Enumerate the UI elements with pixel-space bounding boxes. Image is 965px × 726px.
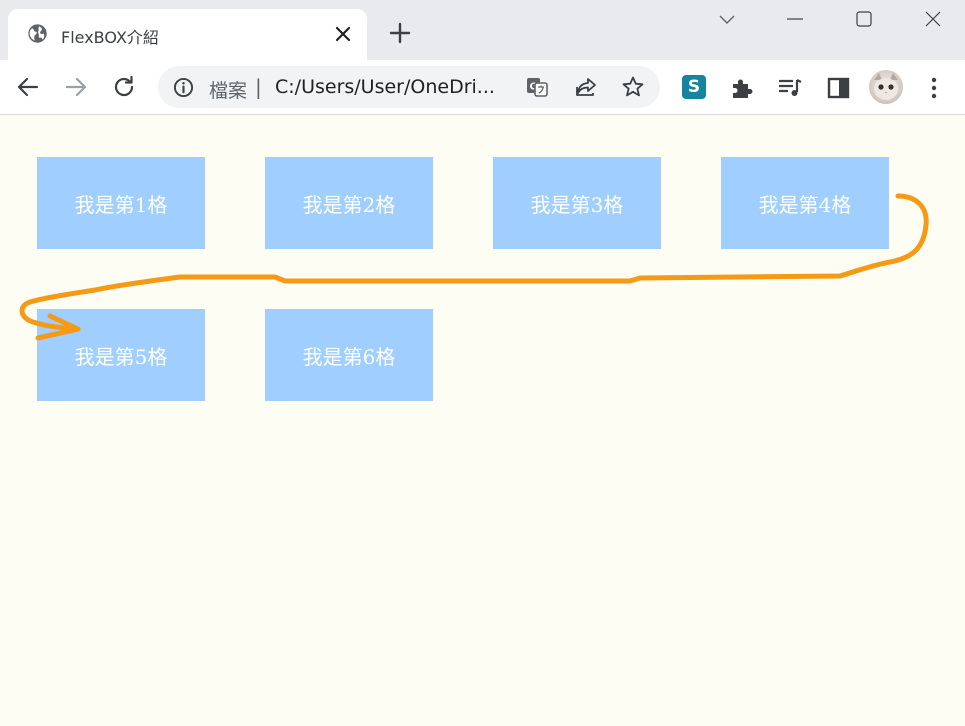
forward-arrow-icon[interactable] [63, 74, 89, 100]
close-icon[interactable] [333, 24, 353, 44]
flex-item-5: 我是第5格 [37, 309, 205, 401]
flex-item-6: 我是第6格 [265, 309, 433, 401]
media-playlist-icon[interactable] [777, 75, 803, 101]
scheme-label: 檔案 [209, 80, 248, 102]
profile-avatar[interactable] [869, 70, 903, 104]
chevron-down-icon[interactable] [716, 8, 738, 30]
page-content: 我是第1格 我是第2格 我是第3格 我是第4格 我是第5格 我是第6格 [0, 116, 965, 726]
extensions-puzzle-icon[interactable] [729, 75, 755, 101]
info-icon[interactable] [173, 77, 194, 98]
share-icon[interactable] [574, 75, 598, 99]
browser-tab[interactable]: FlexBOX介紹 [8, 9, 367, 60]
flex-item-1: 我是第1格 [37, 157, 205, 249]
tab-strip: FlexBOX介紹 [0, 0, 965, 60]
address-bar[interactable]: 檔案 | C:/Users/User/OneDri... G [158, 66, 660, 108]
flex-item-4: 我是第4格 [721, 157, 889, 249]
minimize-icon[interactable] [784, 8, 806, 30]
cat-avatar-icon [874, 73, 898, 100]
flex-item-2: 我是第2格 [265, 157, 433, 249]
bookmark-star-icon[interactable] [621, 75, 645, 99]
url-text[interactable]: C:/Users/User/OneDri... [275, 76, 512, 98]
maximize-icon[interactable] [853, 8, 875, 30]
side-panel-icon[interactable] [826, 75, 852, 101]
close-window-icon[interactable] [922, 8, 944, 30]
globe-icon [28, 24, 47, 43]
more-menu-icon[interactable] [921, 75, 947, 101]
new-tab-plus-icon[interactable] [389, 22, 411, 44]
url-separator: | [255, 75, 262, 99]
tab-title: FlexBOX介紹 [61, 28, 159, 47]
extension-s-icon[interactable]: S [682, 75, 706, 99]
translate-icon[interactable]: G [525, 75, 549, 99]
browser-toolbar: 檔案 | C:/Users/User/OneDri... G S [0, 60, 965, 115]
back-arrow-icon[interactable] [15, 74, 41, 100]
flex-item-3: 我是第3格 [493, 157, 661, 249]
flex-container: 我是第1格 我是第2格 我是第3格 我是第4格 我是第5格 我是第6格 [37, 157, 937, 401]
reload-icon[interactable] [111, 74, 137, 100]
